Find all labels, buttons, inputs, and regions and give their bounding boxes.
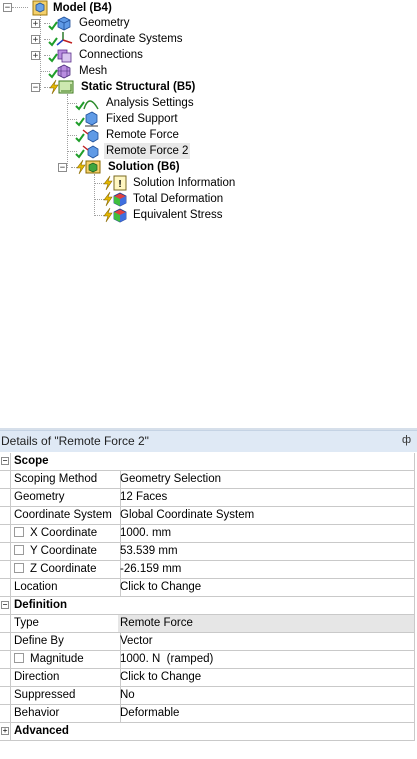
grid-right-border [414,453,415,741]
static-structural-icon [58,80,74,94]
details-title: Details of "Remote Force 2" [1,434,149,448]
tree-item-static-structural[interactable]: Static Structural (B5) [79,79,197,95]
property-row[interactable]: Z Coordinate -26.159 mm [0,561,415,579]
check-icon [48,53,58,63]
outline-tree: − Model (B4) + Geometry + Coordinate Sys… [0,0,417,428]
solution-icon [85,160,101,174]
tree-item-fixed-support[interactable]: Fixed Support [104,111,180,127]
tree-item-analysis-settings[interactable]: Analysis Settings [104,95,196,111]
tree-item-coordinate-systems[interactable]: Coordinate Systems [77,31,185,47]
total-deformation-icon [113,192,127,207]
category-advanced[interactable]: + Advanced [0,723,415,741]
property-row[interactable]: Location Click to Change [0,579,415,597]
tree-item-remote-force-2[interactable]: Remote Force 2 [104,143,191,159]
property-row[interactable]: Type Remote Force [0,615,415,633]
property-row[interactable]: Y Coordinate 53.539 mm [0,543,415,561]
tree-item-mesh[interactable]: Mesh [77,63,109,79]
check-icon [75,101,85,111]
details-header: Details of "Remote Force 2" ф [0,430,417,452]
tree-item-solution-information[interactable]: Solution Information [131,175,237,191]
tree-item-solution[interactable]: Solution (B6) [106,159,182,175]
pin-icon[interactable]: ф [402,434,411,446]
collapse-toggle[interactable]: − [31,83,40,93]
property-row[interactable]: Magnitude 1000. N (ramped) [0,651,415,669]
equivalent-stress-icon [113,208,127,223]
collapse-toggle[interactable]: − [1,601,9,609]
parameter-checkbox[interactable] [14,527,24,537]
property-row[interactable]: Define By Vector [0,633,415,651]
property-row[interactable]: Behavior Deformable [0,705,415,723]
property-row[interactable]: Scoping Method Geometry Selection [0,471,415,489]
svg-text:!: ! [118,179,121,190]
check-icon [48,21,58,31]
tree-item-equivalent-stress[interactable]: Equivalent Stress [131,207,225,223]
tree-item-remote-force[interactable]: Remote Force [104,127,181,143]
tree-item-geometry[interactable]: Geometry [77,15,132,31]
property-row[interactable]: Suppressed No [0,687,415,705]
property-row[interactable]: Coordinate System Global Coordinate Syst… [0,507,415,525]
expand-toggle[interactable]: + [1,727,9,735]
collapse-toggle[interactable]: − [3,3,12,13]
property-row[interactable]: X Coordinate 1000. mm [0,525,415,543]
category-definition[interactable]: − Definition [0,597,415,615]
property-row[interactable]: Geometry 12 Faces [0,489,415,507]
check-icon [75,149,85,159]
tree-item-model[interactable]: Model (B4) [51,0,114,16]
model-icon [32,0,48,16]
parameter-checkbox[interactable] [14,563,24,573]
tree-item-connections[interactable]: Connections [77,47,145,63]
check-icon [48,37,58,47]
property-row[interactable]: Direction Click to Change [0,669,415,687]
expand-toggle[interactable]: + [31,51,40,61]
expand-toggle[interactable]: + [31,19,40,29]
category-scope[interactable]: − Scope [0,453,415,471]
check-icon [48,69,58,79]
check-icon [75,117,85,127]
tree-item-total-deformation[interactable]: Total Deformation [131,191,225,207]
expand-toggle[interactable]: + [31,35,40,45]
check-icon [75,133,85,143]
collapse-toggle[interactable]: − [58,163,67,173]
solution-information-icon: ! [113,175,127,191]
parameter-checkbox[interactable] [14,545,24,555]
parameter-checkbox[interactable] [14,653,24,663]
collapse-toggle[interactable]: − [1,457,9,465]
